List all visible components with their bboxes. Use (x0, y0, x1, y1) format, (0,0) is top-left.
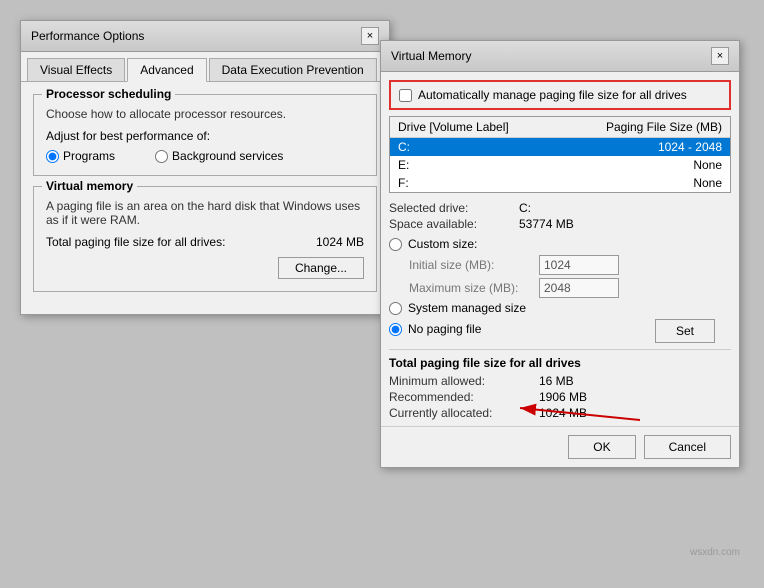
selected-drive-label: Selected drive: (389, 201, 519, 215)
drive-e-size: None (693, 158, 722, 172)
currently-allocated-value: 1024 MB (539, 406, 587, 420)
programs-label: Programs (63, 149, 115, 163)
change-button[interactable]: Change... (278, 257, 364, 279)
background-label: Background services (172, 149, 283, 163)
vm-title-text: Virtual Memory (391, 49, 471, 63)
drive-row-f[interactable]: F: None (390, 174, 730, 192)
watermark: wsxdn.com (690, 547, 740, 558)
vm-total-row: Total paging file size for all drives: 1… (46, 235, 364, 249)
auto-manage-checkbox[interactable] (399, 89, 412, 102)
drive-table: Drive [Volume Label] Paging File Size (M… (389, 116, 731, 193)
perf-content: Processor scheduling Choose how to alloc… (21, 82, 389, 314)
tab-advanced[interactable]: Advanced (127, 58, 206, 82)
min-allowed-row: Minimum allowed: 16 MB (389, 374, 731, 388)
drive-table-header: Drive [Volume Label] Paging File Size (M… (390, 117, 730, 138)
perf-close-button[interactable]: × (361, 27, 379, 45)
processor-section-label: Processor scheduling (42, 87, 175, 101)
vm-desc: A paging file is an area on the hard dis… (46, 199, 364, 227)
initial-size-label: Initial size (MB): (409, 258, 539, 272)
no-paging-label: No paging file (408, 322, 481, 336)
drive-col-header: Drive [Volume Label] (398, 120, 606, 134)
auto-manage-label: Automatically manage paging file size fo… (418, 88, 687, 102)
custom-size-radio[interactable] (389, 238, 402, 251)
currently-allocated-row: Currently allocated: 1024 MB (389, 406, 731, 420)
space-available-value: 53774 MB (519, 217, 574, 231)
virtual-memory-section: Virtual memory A paging file is an area … (33, 186, 377, 292)
vm-section-label: Virtual memory (42, 179, 137, 193)
paging-options-group: Custom size: Initial size (MB): Maximum … (389, 237, 731, 343)
no-paging-radio[interactable] (389, 323, 402, 336)
tab-visual-effects[interactable]: Visual Effects (27, 58, 125, 81)
drive-e-label: E: (398, 158, 693, 172)
drive-row-c[interactable]: C: 1024 - 2048 (390, 138, 730, 156)
processor-section: Processor scheduling Choose how to alloc… (33, 94, 377, 176)
total-section: Total paging file size for all drives Mi… (389, 349, 731, 420)
vm-title-bar: Virtual Memory × (381, 41, 739, 72)
ok-cancel-row: OK Cancel (381, 426, 739, 467)
selected-drive-info: Selected drive: C: Space available: 5377… (389, 201, 731, 231)
drive-c-size: 1024 - 2048 (658, 140, 722, 154)
programs-radio[interactable] (46, 150, 59, 163)
drive-f-size: None (693, 176, 722, 190)
initial-size-row: Initial size (MB): (409, 255, 723, 275)
background-option[interactable]: Background services (155, 149, 283, 163)
max-size-row: Maximum size (MB): (409, 278, 723, 298)
no-paging-option[interactable]: No paging file (389, 322, 481, 336)
space-available-row: Space available: 53774 MB (389, 217, 731, 231)
selected-drive-value: C: (519, 201, 531, 215)
total-section-title: Total paging file size for all drives (389, 356, 731, 370)
recommended-row: Recommended: 1906 MB (389, 390, 731, 404)
custom-size-option[interactable]: Custom size: (389, 237, 731, 251)
max-size-label: Maximum size (MB): (409, 281, 539, 295)
background-radio[interactable] (155, 150, 168, 163)
initial-size-input[interactable] (539, 255, 619, 275)
set-button[interactable]: Set (655, 319, 715, 343)
custom-size-label: Custom size: (408, 237, 477, 251)
perf-tab-bar: Visual Effects Advanced Data Execution P… (21, 52, 389, 82)
drive-c-label: C: (398, 140, 658, 154)
space-available-label: Space available: (389, 217, 519, 231)
tab-dep[interactable]: Data Execution Prevention (209, 58, 377, 81)
processor-radio-group: Programs Background services (46, 149, 364, 163)
vm-close-button[interactable]: × (711, 47, 729, 65)
adjust-label: Adjust for best performance of: (46, 129, 364, 143)
system-managed-radio[interactable] (389, 302, 402, 315)
drive-row-e[interactable]: E: None (390, 156, 730, 174)
selected-drive-row: Selected drive: C: (389, 201, 731, 215)
vm-total-value: 1024 MB (316, 235, 364, 249)
recommended-label: Recommended: (389, 390, 539, 404)
currently-allocated-label: Currently allocated: (389, 406, 539, 420)
performance-options-window: Performance Options × Visual Effects Adv… (20, 20, 390, 315)
cancel-button[interactable]: Cancel (644, 435, 731, 459)
max-size-input[interactable] (539, 278, 619, 298)
min-allowed-label: Minimum allowed: (389, 374, 539, 388)
recommended-value: 1906 MB (539, 390, 587, 404)
auto-manage-row: Automatically manage paging file size fo… (389, 80, 731, 110)
system-managed-option[interactable]: System managed size (389, 301, 731, 315)
perf-title-bar: Performance Options × (21, 21, 389, 52)
size-col-header: Paging File Size (MB) (606, 120, 722, 134)
perf-title-text: Performance Options (31, 29, 144, 43)
vm-total-label: Total paging file size for all drives: (46, 235, 225, 249)
processor-desc: Choose how to allocate processor resourc… (46, 107, 364, 121)
virtual-memory-window: Virtual Memory × Automatically manage pa… (380, 40, 740, 468)
programs-option[interactable]: Programs (46, 149, 115, 163)
ok-button[interactable]: OK (568, 435, 635, 459)
min-allowed-value: 16 MB (539, 374, 574, 388)
drive-f-label: F: (398, 176, 693, 190)
system-managed-label: System managed size (408, 301, 526, 315)
